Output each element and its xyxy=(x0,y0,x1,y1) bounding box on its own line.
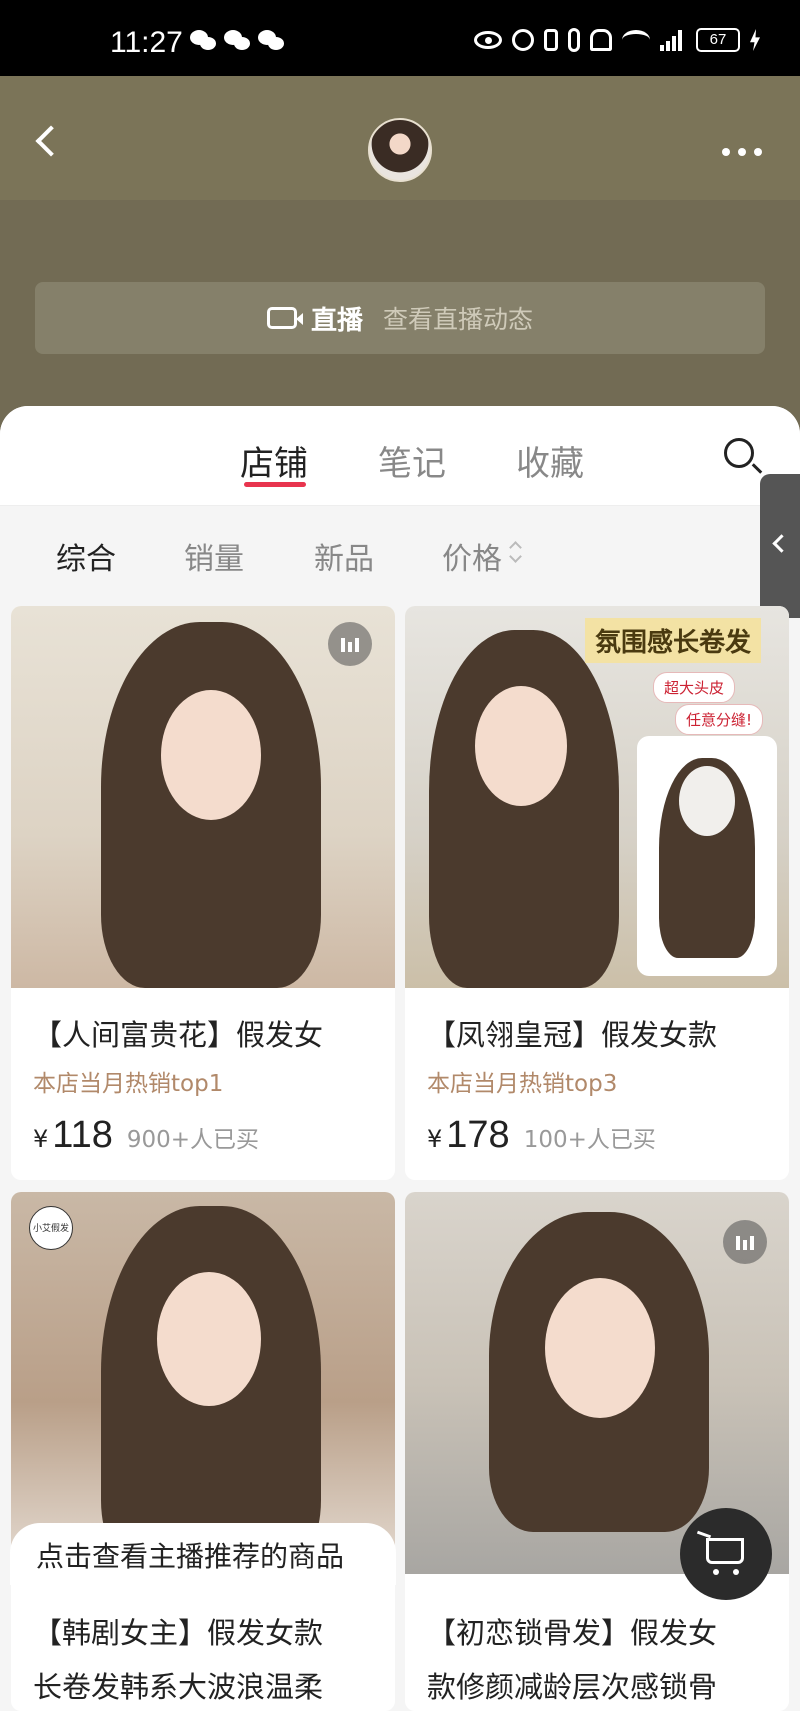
product-tag: 本店当月热销top1 xyxy=(33,1071,224,1097)
active-tab-indicator xyxy=(244,482,306,487)
promo-tag: 任意分缝! xyxy=(675,704,764,735)
live-subtitle: 查看直播动态 xyxy=(383,305,534,334)
search-icon[interactable] xyxy=(724,438,754,468)
mute-icon xyxy=(590,29,612,51)
shop-logo: 小艾假发 xyxy=(29,1206,73,1250)
wechat-icon xyxy=(258,30,286,52)
chevron-left-icon xyxy=(35,125,67,157)
product-price: 118 xyxy=(52,1114,113,1156)
alarm-icon xyxy=(512,29,534,51)
currency-symbol: ¥ xyxy=(427,1125,443,1153)
promo-title: 氛围感长卷发 xyxy=(585,618,762,663)
battery-icon: 67 xyxy=(696,28,740,52)
product-tag: 本店当月热销top3 xyxy=(427,1071,618,1097)
product-price: 178 xyxy=(446,1114,510,1156)
sort-icon xyxy=(510,540,522,564)
wechat-icon xyxy=(224,30,252,52)
product-image: 氛围感长卷发 超大头皮 任意分缝! xyxy=(405,606,789,988)
status-time: 11:27 xyxy=(110,26,183,59)
tab-shop[interactable]: 店铺 xyxy=(240,436,308,485)
live-label: 直播 xyxy=(310,305,363,336)
sold-count: 900+人已买 xyxy=(126,1127,260,1153)
product-title: 【人间富贵花】假发女 xyxy=(33,1018,324,1052)
wifi-icon xyxy=(622,30,650,50)
product-image xyxy=(11,606,395,988)
cart-icon xyxy=(706,1538,744,1575)
promo-tag: 超大头皮 xyxy=(653,672,736,703)
status-bar: 11:27 67 xyxy=(0,0,800,76)
back-button[interactable] xyxy=(20,106,90,176)
sold-count: 100+人已买 xyxy=(523,1127,656,1153)
filter-sales[interactable]: 销量 xyxy=(184,534,244,578)
filter-bar: 综合 销量 新品 价格 xyxy=(0,506,800,600)
wechat-icon xyxy=(190,30,218,52)
filter-overall[interactable]: 综合 xyxy=(56,534,116,578)
tab-bar: 店铺 笔记 收藏 xyxy=(0,406,800,506)
product-card[interactable]: 【人间富贵花】假发女 本店当月热销top1 ¥ 118 900+人已买 xyxy=(11,606,395,1180)
more-dots-icon[interactable] xyxy=(722,148,762,156)
product-title: 【韩剧女主】假发女款 xyxy=(33,1616,324,1650)
eye-icon xyxy=(474,31,502,49)
product-title: 【初恋锁骨发】假发女 xyxy=(427,1616,718,1650)
notification-icons xyxy=(190,30,286,52)
product-image: 小艾假发 xyxy=(11,1192,395,1574)
charging-icon xyxy=(750,29,760,51)
product-title: 【凤翎皇冠】假发女款 xyxy=(427,1018,718,1052)
system-icons: 67 xyxy=(474,28,760,52)
product-title-line2: 款修颜减龄层次感锁骨 xyxy=(427,1670,718,1704)
video-icon xyxy=(723,1220,767,1264)
mic-icon xyxy=(568,28,580,52)
product-title-line2: 长卷发韩系大波浪温柔 xyxy=(33,1670,324,1704)
tab-notes[interactable]: 笔记 xyxy=(378,436,446,485)
recommended-products-bar[interactable]: 点击查看主播推荐的商品 xyxy=(10,1523,396,1585)
product-card[interactable]: 氛围感长卷发 超大头皮 任意分缝! 【凤翎皇冠】假发女款 本店当月热销top3 … xyxy=(405,606,789,1180)
wig-display-photo xyxy=(637,736,777,976)
filter-new[interactable]: 新品 xyxy=(314,534,374,578)
video-camera-icon xyxy=(266,307,303,329)
product-card[interactable]: 小艾假发 【韩剧女主】假发女款 长卷发韩系大波浪温柔 xyxy=(11,1192,395,1711)
top-nav xyxy=(0,76,800,200)
profile-banner: 直播 查看直播动态 xyxy=(0,200,800,440)
video-icon xyxy=(328,622,372,666)
bluetooth-icon xyxy=(544,29,558,51)
signal-icon xyxy=(660,29,686,51)
filter-price[interactable]: 价格 xyxy=(442,534,502,578)
cart-button[interactable] xyxy=(680,1508,772,1600)
side-drawer-handle[interactable] xyxy=(760,474,800,618)
product-card[interactable]: 【初恋锁骨发】假发女 款修颜减龄层次感锁骨 xyxy=(405,1192,789,1711)
currency-symbol: ¥ xyxy=(33,1125,49,1153)
tab-favorites[interactable]: 收藏 xyxy=(516,436,584,485)
chevron-left-icon xyxy=(772,534,791,553)
avatar[interactable] xyxy=(368,118,432,182)
live-banner[interactable]: 直播 查看直播动态 xyxy=(35,282,765,354)
